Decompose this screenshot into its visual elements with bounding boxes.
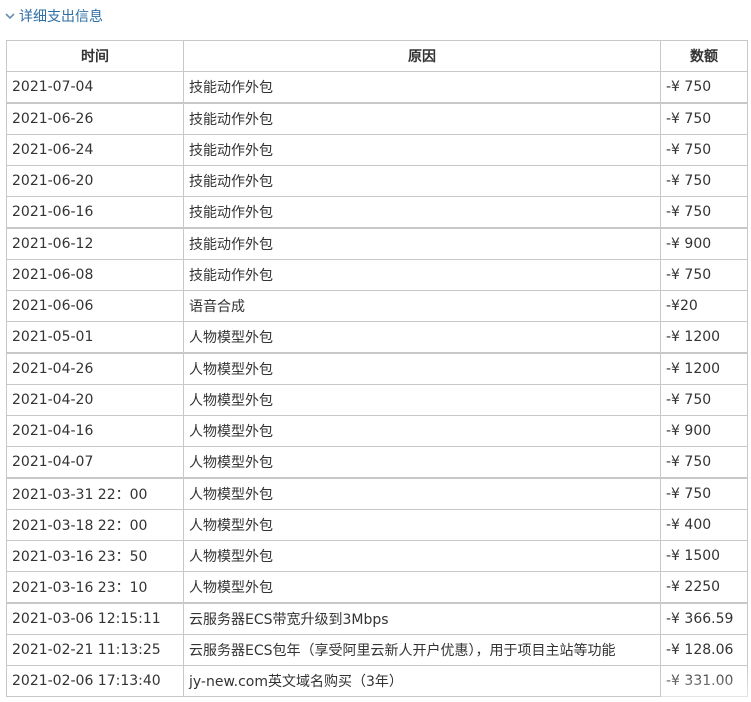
table-row: 2021-06-20 技能动作外包 -¥ 750	[6, 165, 748, 197]
cell-reason: 云服务器ECS带宽升级到3Mbps	[183, 602, 661, 635]
cell-reason: 人物模型外包	[183, 477, 661, 510]
table-row: 2021-04-16 人物模型外包 -¥ 900	[6, 415, 748, 447]
cell-amount: -¥ 750	[660, 165, 748, 197]
cell-reason: 人物模型外包	[183, 415, 661, 447]
cell-reason: 人物模型外包	[183, 352, 661, 385]
table-row: 2021-05-01 人物模型外包 -¥ 1200	[6, 321, 748, 354]
table-row: 2021-06-16 技能动作外包 -¥ 750	[6, 196, 748, 229]
cell-amount: -¥ 750	[660, 134, 748, 166]
cell-amount: -¥ 1500	[660, 540, 748, 572]
cell-time: 2021-03-06 12:15:11	[6, 602, 184, 635]
cell-amount: -¥ 1200	[660, 352, 748, 385]
cell-reason: 技能动作外包	[183, 259, 661, 291]
cell-time: 2021-04-07	[6, 446, 184, 479]
cell-time: 2021-05-01	[6, 321, 184, 354]
cell-amount: -¥ 331.00	[660, 665, 748, 697]
cell-amount: -¥ 750	[660, 259, 748, 291]
cell-reason: 云服务器ECS包年（享受阿里云新人开户优惠），用于项目主站等功能	[183, 634, 661, 666]
cell-time: 2021-06-20	[6, 165, 184, 197]
table-row: 2021-06-06 语音合成 -¥20	[6, 290, 748, 322]
cell-reason: 技能动作外包	[183, 71, 661, 104]
cell-reason: jy-new.com英文域名购买（3年）	[183, 665, 661, 697]
cell-reason: 技能动作外包	[183, 134, 661, 166]
cell-reason: 人物模型外包	[183, 321, 661, 354]
cell-amount: -¥ 750	[660, 102, 748, 135]
cell-time: 2021-07-04	[6, 71, 184, 104]
cell-amount: -¥ 750	[660, 71, 748, 104]
table-row: 2021-03-16 23：10 人物模型外包 -¥ 2250	[6, 571, 748, 604]
column-header-time: 时间	[6, 40, 184, 72]
chevron-down-icon[interactable]	[4, 10, 16, 22]
cell-time: 2021-02-21 11:13:25	[6, 634, 184, 666]
table-row: 2021-02-21 11:13:25 云服务器ECS包年（享受阿里云新人开户优…	[6, 634, 748, 666]
cell-amount: -¥ 750	[660, 196, 748, 229]
cell-reason: 人物模型外包	[183, 571, 661, 604]
cell-amount: -¥ 900	[660, 227, 748, 260]
cell-time: 2021-04-20	[6, 384, 184, 416]
table-row: 2021-02-06 17:13:40 jy-new.com英文域名购买（3年）…	[6, 665, 748, 697]
column-header-amount: 数额	[660, 40, 748, 72]
cell-time: 2021-04-16	[6, 415, 184, 447]
cell-reason: 人物模型外包	[183, 384, 661, 416]
cell-reason: 人物模型外包	[183, 540, 661, 572]
cell-reason: 技能动作外包	[183, 102, 661, 135]
cell-time: 2021-06-24	[6, 134, 184, 166]
table-row: 2021-04-26 人物模型外包 -¥ 1200	[6, 352, 748, 385]
column-header-reason: 原因	[183, 40, 661, 72]
table-row: 2021-04-20 人物模型外包 -¥ 750	[6, 384, 748, 416]
cell-time: 2021-06-16	[6, 196, 184, 229]
cell-time: 2021-06-08	[6, 259, 184, 291]
table-row: 2021-03-16 23：50 人物模型外包 -¥ 1500	[6, 540, 748, 572]
cell-reason: 语音合成	[183, 290, 661, 322]
table-row: 2021-06-24 技能动作外包 -¥ 750	[6, 134, 748, 166]
cell-amount: -¥ 900	[660, 415, 748, 447]
expense-table: 时间 原因 数额 2021-07-04 技能动作外包 -¥ 750 2021-0…	[6, 40, 748, 697]
cell-reason: 技能动作外包	[183, 227, 661, 260]
cell-amount: -¥ 750	[660, 384, 748, 416]
cell-amount: -¥ 750	[660, 477, 748, 510]
cell-amount: -¥ 366.59	[660, 602, 748, 635]
cell-time: 2021-03-18 22：00	[6, 509, 184, 541]
table-row: 2021-07-04 技能动作外包 -¥ 750	[6, 71, 748, 104]
cell-amount: -¥ 128.06	[660, 634, 748, 666]
cell-time: 2021-02-06 17:13:40	[6, 665, 184, 697]
table-row: 2021-03-06 12:15:11 云服务器ECS带宽升级到3Mbps -¥…	[6, 602, 748, 635]
section-header[interactable]: 详细支出信息	[4, 6, 103, 26]
cell-time: 2021-03-31 22：00	[6, 477, 184, 510]
table-row: 2021-06-12 技能动作外包 -¥ 900	[6, 227, 748, 260]
cell-time: 2021-03-16 23：50	[6, 540, 184, 572]
table-row: 2021-03-31 22：00 人物模型外包 -¥ 750	[6, 477, 748, 510]
cell-time: 2021-04-26	[6, 352, 184, 385]
table-header-row: 时间 原因 数额	[6, 40, 748, 72]
table-row: 2021-06-26 技能动作外包 -¥ 750	[6, 102, 748, 135]
cell-time: 2021-06-12	[6, 227, 184, 260]
cell-reason: 技能动作外包	[183, 165, 661, 197]
cell-reason: 人物模型外包	[183, 446, 661, 479]
cell-time: 2021-06-26	[6, 102, 184, 135]
cell-reason: 技能动作外包	[183, 196, 661, 229]
cell-amount: -¥ 2250	[660, 571, 748, 604]
cell-time: 2021-03-16 23：10	[6, 571, 184, 604]
cell-amount: -¥ 400	[660, 509, 748, 541]
cell-amount: -¥20	[660, 290, 748, 322]
table-row: 2021-03-18 22：00 人物模型外包 -¥ 400	[6, 509, 748, 541]
cell-amount: -¥ 1200	[660, 321, 748, 354]
section-title: 详细支出信息	[19, 9, 103, 25]
cell-amount: -¥ 750	[660, 446, 748, 479]
table-row: 2021-04-07 人物模型外包 -¥ 750	[6, 446, 748, 479]
cell-reason: 人物模型外包	[183, 509, 661, 541]
table-row: 2021-06-08 技能动作外包 -¥ 750	[6, 259, 748, 291]
cell-time: 2021-06-06	[6, 290, 184, 322]
